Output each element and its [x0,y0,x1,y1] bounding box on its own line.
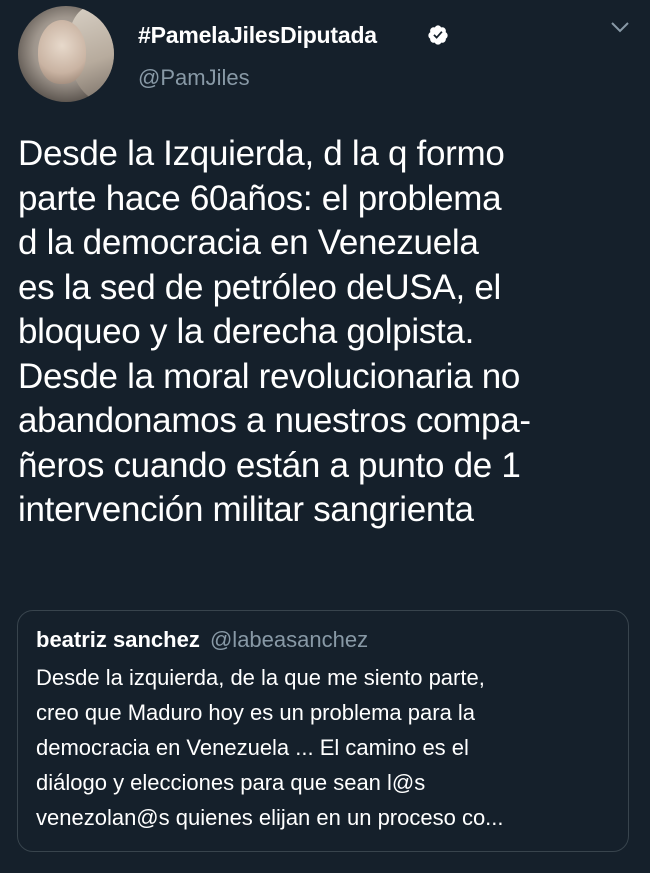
verified-badge-icon [428,25,448,45]
quoted-tweet-card[interactable]: beatriz sanchez @labeasanchez Desde la i… [17,610,629,852]
tweet-text: Desde la Izquierda, d la q formo parte h… [18,134,531,529]
quoted-user-handle: @labeasanchez [209,627,369,652]
quoted-tweet-text: Desde la izquierda, de la que me siento … [36,665,504,830]
quoted-tweet-header: beatriz sanchez @labeasanchez [36,625,368,655]
display-name[interactable]: #PamelaJilesDiputada [138,20,377,50]
quoted-display-name: beatriz sanchez [36,627,200,652]
avatar[interactable] [18,6,114,102]
avatar-face [38,20,86,84]
chevron-down-icon[interactable] [610,20,630,34]
user-handle[interactable]: @PamJiles [138,64,250,92]
tweet-header: #PamelaJilesDiputada @PamJiles [18,6,650,106]
